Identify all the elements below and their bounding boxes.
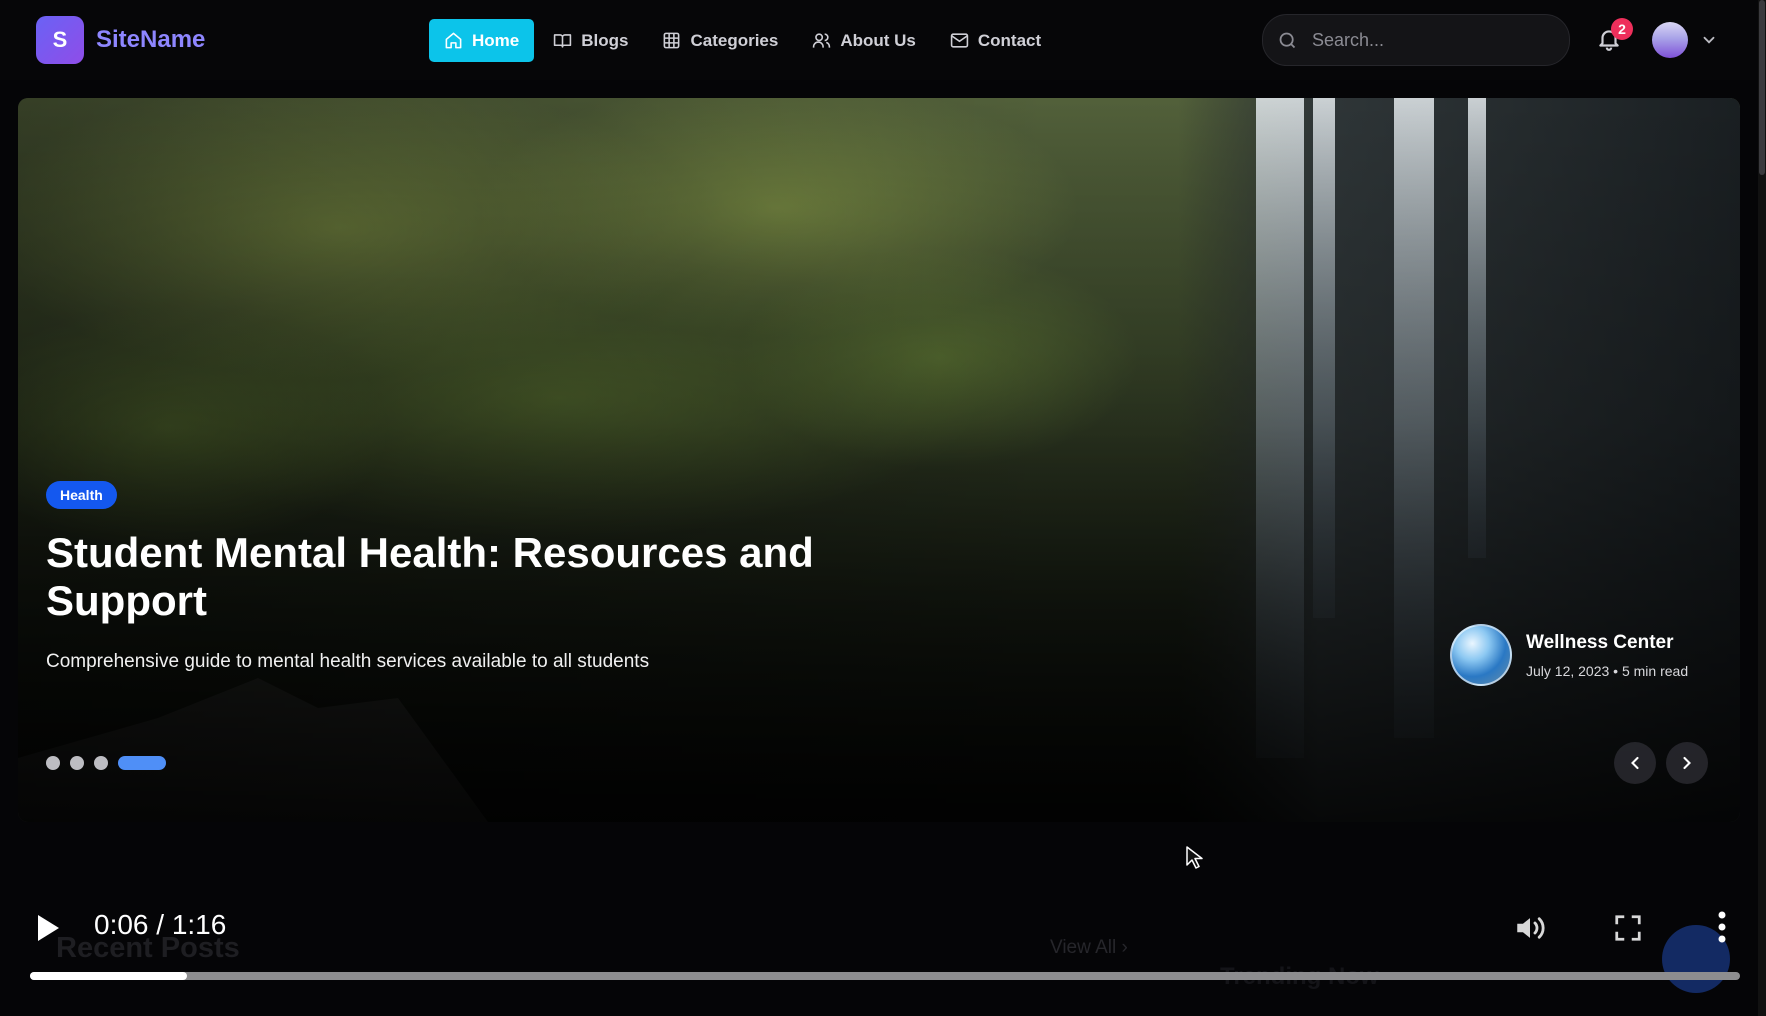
fullscreen-icon[interactable] [1613,913,1643,943]
carousel-dot[interactable] [94,756,108,770]
chevron-down-icon[interactable] [1700,31,1718,49]
progress-fill [30,972,188,980]
playback-time: 0:06 / 1:16 [94,909,227,940]
notification-count-badge: 2 [1611,18,1633,40]
logo-mark: S [36,16,84,64]
nav-about-label: About Us [840,30,916,50]
author-avatar [1450,624,1512,686]
nav-home-label: Home [472,30,520,50]
hero-content: Health Student Mental Health: Resources … [46,481,906,673]
site-name: SiteName [96,26,206,53]
search-box[interactable] [1262,14,1570,66]
nav-contact[interactable]: Contact [935,19,1056,62]
author-text: Wellness Center July 12, 2023 • 5 min re… [1526,632,1688,679]
author-info: Wellness Center July 12, 2023 • 5 min re… [1450,624,1688,686]
carousel-prev-button[interactable] [1614,742,1656,784]
grid-icon [664,32,680,49]
search-input[interactable] [1310,28,1569,52]
home-icon [445,32,462,49]
nav-about[interactable]: About Us [797,19,931,62]
page: S SiteName Home Blogs Categories About U… [0,0,1766,1016]
hero-title[interactable]: Student Mental Health: Resources and Sup… [46,529,906,625]
carousel-next-button[interactable] [1666,742,1708,784]
mouse-cursor-icon [1186,846,1203,869]
nav-blogs-label: Blogs [581,30,629,50]
main-nav: Home Blogs Categories About Us Contact [429,19,1060,62]
scrollbar-thumb[interactable] [1759,0,1765,175]
user-avatar[interactable] [1652,22,1688,58]
site-logo[interactable]: S SiteName [36,16,205,64]
chevron-right-icon [1683,756,1691,770]
post-meta: July 12, 2023 • 5 min read [1526,662,1689,679]
hero-subtitle: Comprehensive guide to mental health ser… [46,651,650,672]
category-tag[interactable]: Health [46,481,117,509]
nav-contact-label: Contact [977,30,1042,50]
progress-bar[interactable] [30,972,1740,980]
play-icon[interactable] [35,913,61,943]
more-options-icon[interactable] [1717,910,1727,944]
nav-home[interactable]: Home [429,19,535,62]
search-icon [1279,32,1296,48]
carousel-dot[interactable] [70,756,84,770]
chevron-left-icon [1631,756,1639,770]
nav-categories-label: Categories [690,30,779,50]
top-navbar: S SiteName Home Blogs Categories About U… [0,0,1766,80]
carousel-dot-active[interactable] [118,756,166,770]
carousel-dot[interactable] [46,756,60,770]
users-icon [813,33,831,48]
notifications-button[interactable]: 2 [1596,18,1633,54]
volume-icon[interactable] [1513,911,1547,945]
mail-icon [950,33,969,48]
hero-carousel: Health Student Mental Health: Resources … [18,98,1740,822]
nav-blogs[interactable]: Blogs [538,19,643,62]
nav-categories[interactable]: Categories [647,19,793,62]
hero-background-image [18,98,1740,822]
author-name: Wellness Center [1526,631,1674,653]
book-icon [554,34,572,48]
video-player-controls: 0:06 / 1:16 [0,880,1766,1016]
carousel-indicators [46,756,176,770]
